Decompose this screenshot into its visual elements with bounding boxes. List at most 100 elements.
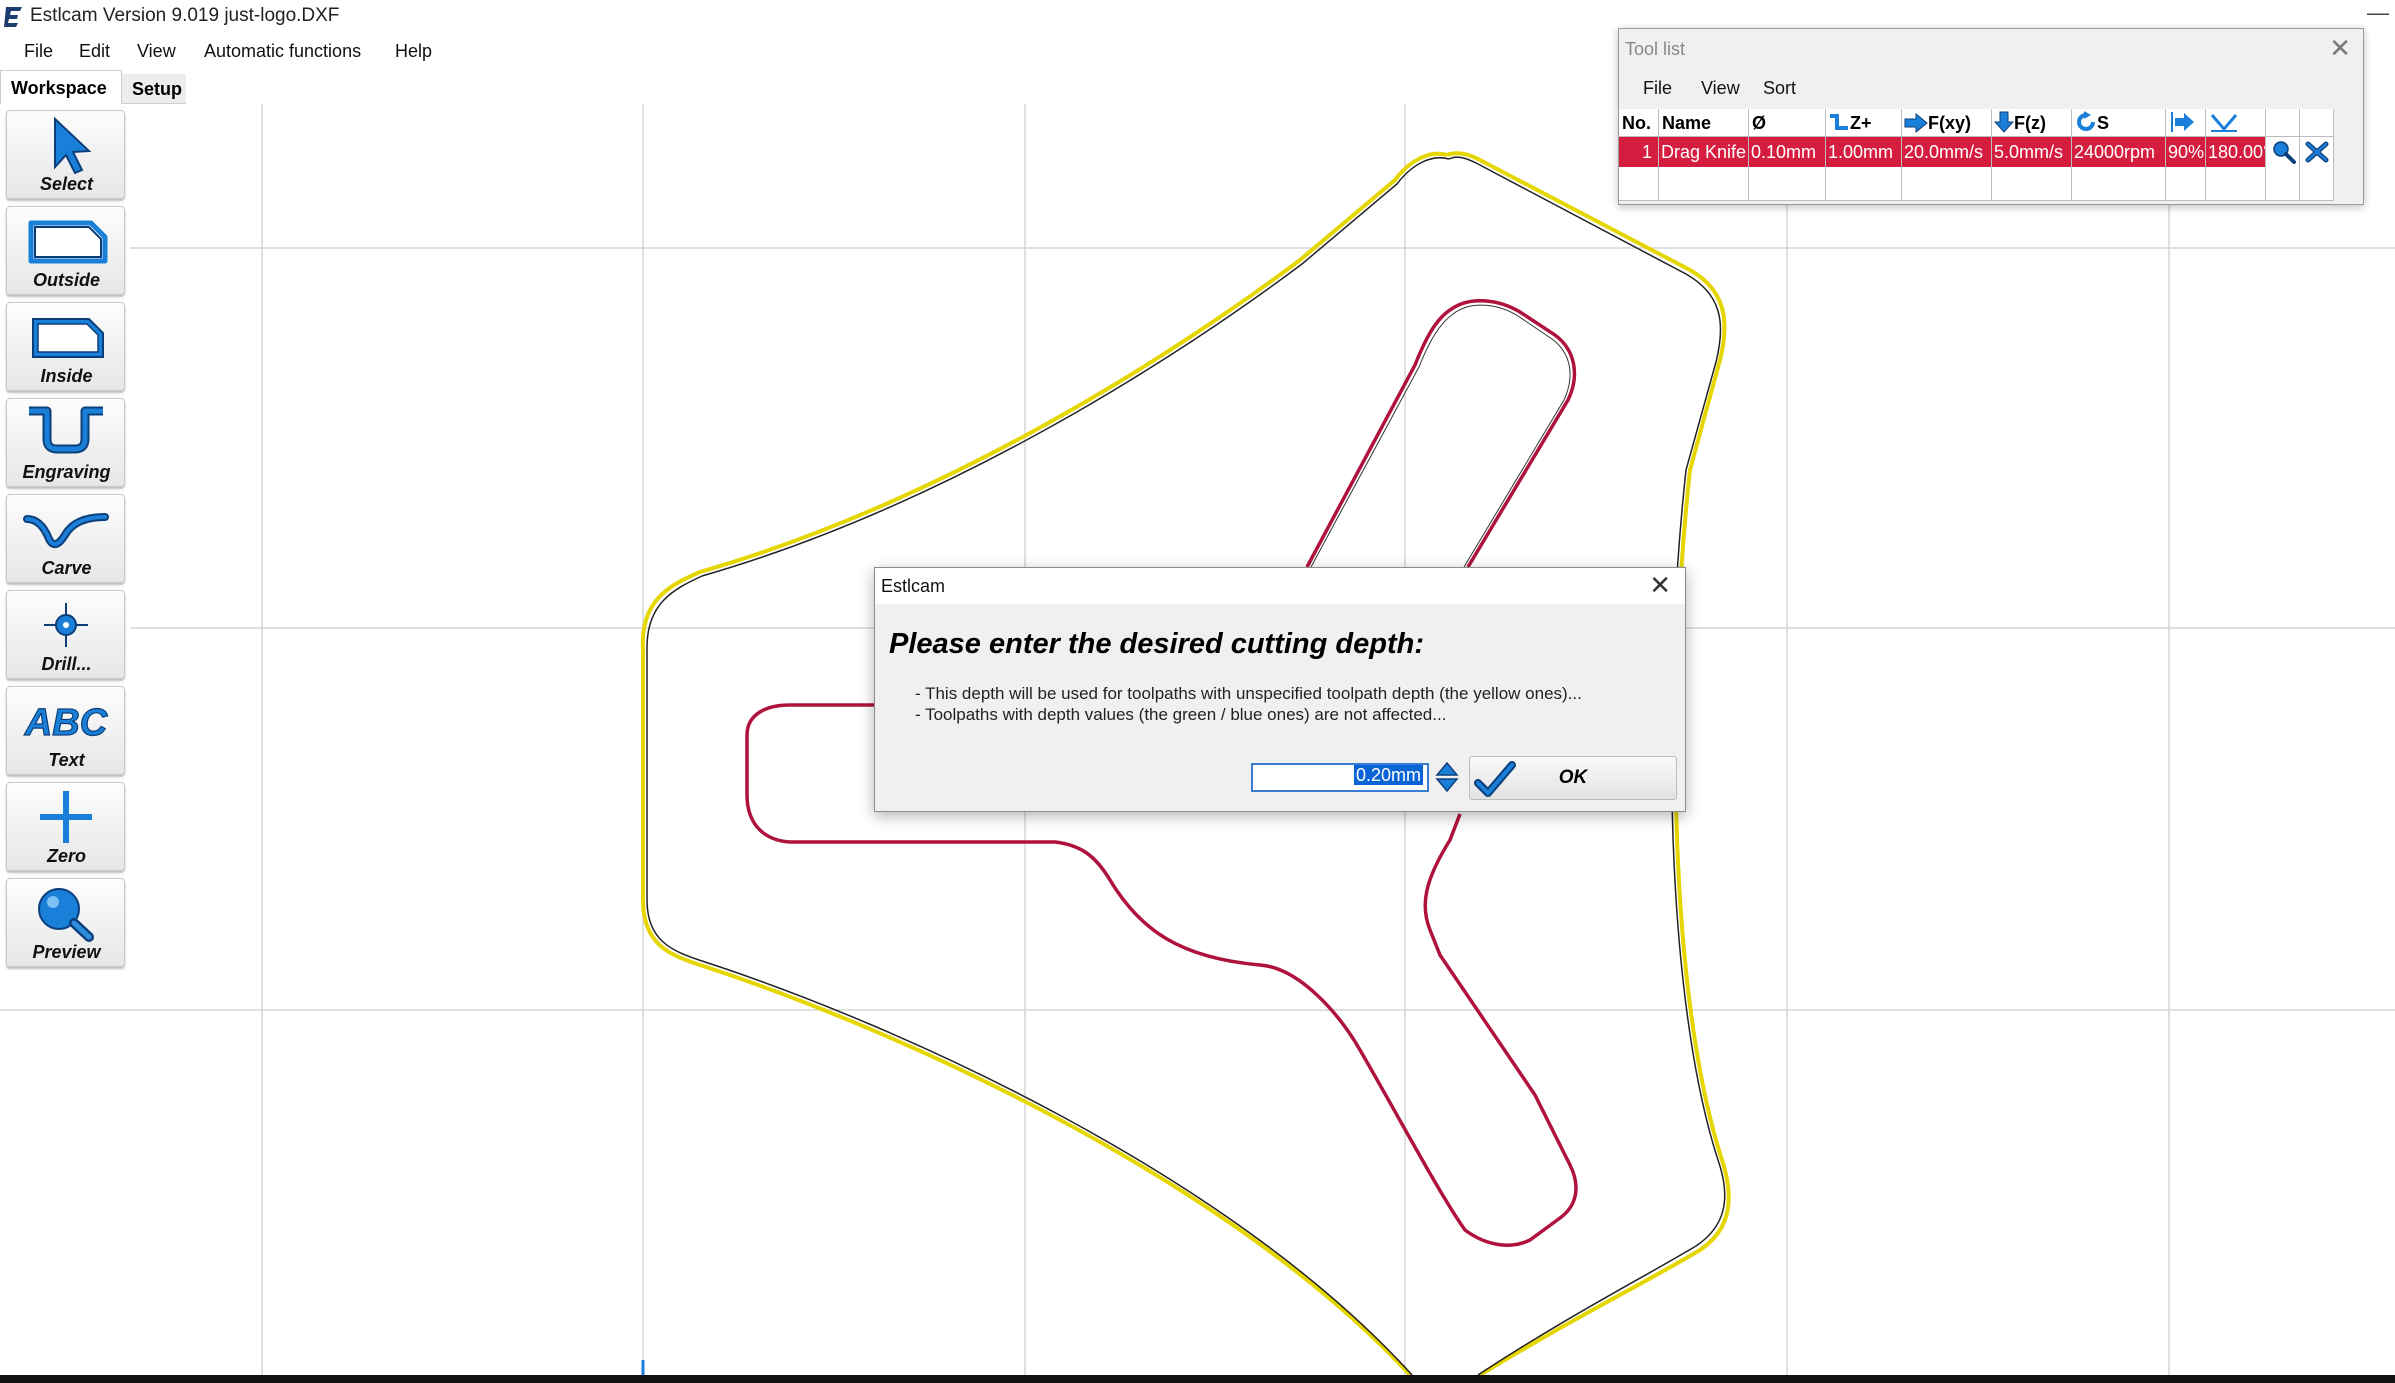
delete-cross-icon [2305, 141, 2329, 163]
column-header-zplus-label: Z+ [1850, 113, 1872, 133]
table-empty-cell [1902, 167, 1992, 201]
dialog-title: Estlcam [881, 576, 946, 596]
table-empty-cell [2206, 167, 2266, 201]
bottom-edge [0, 1375, 2395, 1383]
dialog-hint-line: - Toolpaths with depth values (the green… [915, 705, 1447, 724]
tool-label: Select [39, 174, 94, 194]
carve-icon [23, 513, 109, 549]
outside-button[interactable]: Outside [6, 206, 125, 295]
table-empty-cell [2300, 167, 2334, 201]
tool-label: Zero [46, 846, 86, 866]
tool-label: Preview [32, 942, 101, 962]
minimize-button[interactable]: — [2367, 0, 2389, 26]
spin-up-icon[interactable] [1435, 761, 1459, 776]
column-header-fxy-label: F(xy) [1928, 113, 1972, 133]
outside-contour-icon [28, 220, 108, 264]
table-cell-speed[interactable]: 24000rpm [2072, 137, 2166, 167]
menu-view[interactable]: View [137, 41, 176, 62]
select-button[interactable]: Select [6, 110, 125, 199]
menu-bar: File Edit View Automatic functions Help [0, 36, 1620, 68]
column-header-name[interactable]: Name [1659, 109, 1749, 137]
stepover-arrow-icon [2171, 112, 2194, 132]
engraving-button[interactable]: Engraving [6, 398, 125, 487]
engraving-icon [29, 406, 103, 454]
table-cell-fxy[interactable]: 20.0mm/s [1902, 137, 1992, 167]
abc-text-icon: ABC [23, 701, 108, 744]
tab-setup[interactable]: Setup [122, 74, 186, 104]
edit-tool-button[interactable] [2266, 137, 2300, 167]
tool-label: Text [48, 750, 85, 770]
estlcam-logo-icon [4, 7, 22, 27]
table-empty-cell [1749, 167, 1826, 201]
delete-tool-button[interactable] [2300, 137, 2334, 167]
table-empty-cell [2266, 167, 2300, 201]
menu-file[interactable]: File [24, 41, 53, 62]
column-header-stepover[interactable] [2166, 109, 2206, 137]
tool-list-window: Tool list ✕ File View Sort No. Name Ø Z+… [1618, 28, 2364, 205]
depth-spinner[interactable] [1435, 761, 1459, 793]
column-header-speed[interactable]: S [2072, 109, 2166, 137]
table-cell-diameter[interactable]: 0.10mm [1749, 137, 1826, 167]
menu-edit[interactable]: Edit [79, 41, 110, 62]
table-cell-zplus[interactable]: 1.00mm [1826, 137, 1902, 167]
column-header-zplus[interactable]: Z+ [1826, 109, 1902, 137]
tool-list-menu-file[interactable]: File [1643, 78, 1672, 99]
dialog-heading: Please enter the desired cutting depth: [889, 628, 1424, 660]
table-cell-stepover[interactable]: 90% [2166, 137, 2206, 167]
table-empty-cell [1826, 167, 1902, 201]
tool-label: Engraving [22, 462, 111, 482]
tool-label: Inside [40, 366, 93, 386]
column-header-speed-label: S [2097, 113, 2110, 133]
column-header-fxy[interactable]: F(xy) [1902, 109, 1992, 137]
dialog-title-bar: Estlcam ✕ [875, 568, 1685, 604]
cutting-depth-dialog: Estlcam ✕ Please enter the desired cutti… [874, 567, 1686, 812]
search-icon [2273, 141, 2296, 164]
carve-button[interactable]: Carve [6, 494, 125, 583]
depth-input-value: 0.20mm [1353, 765, 1423, 785]
column-header-no[interactable]: No. [1619, 109, 1659, 137]
column-header-angle[interactable] [2206, 109, 2266, 137]
menu-help[interactable]: Help [395, 41, 432, 62]
table-cell-name[interactable]: Drag Knife [1659, 137, 1749, 167]
text-button[interactable]: ABC Text [6, 686, 125, 775]
table-empty-cell [1619, 167, 1659, 201]
column-header-diameter[interactable]: Ø [1749, 109, 1826, 137]
menu-automatic-functions[interactable]: Automatic functions [204, 41, 361, 62]
inside-button[interactable]: Inside [6, 302, 125, 391]
table-cell-fz[interactable]: 5.0mm/s [1992, 137, 2072, 167]
ok-button-label: OK [1558, 767, 1588, 788]
table-empty-cell [1659, 167, 1749, 201]
close-icon[interactable]: ✕ [2329, 33, 2351, 64]
magnifier-icon [38, 888, 94, 942]
tool-table: No. Name Ø Z+ F(xy) F(z) S 1 Drag Knife … [1619, 109, 2363, 201]
table-cell-angle[interactable]: 180.00° [2206, 137, 2266, 167]
svg-text:ABC: ABC [24, 702, 108, 744]
zero-button[interactable]: Zero [6, 782, 125, 871]
table-empty-cell [2072, 167, 2166, 201]
tool-list-menu-sort[interactable]: Sort [1763, 78, 1796, 99]
arrow-cursor-icon [54, 116, 92, 175]
arrow-right-icon [1904, 112, 1928, 134]
drill-button[interactable]: Drill... [6, 590, 125, 679]
tool-label: Drill... [41, 654, 92, 674]
arrow-down-icon [1993, 111, 2015, 133]
zero-crosshair-icon [40, 791, 92, 843]
column-header-edit [2266, 109, 2300, 137]
ok-button[interactable]: OK [1469, 756, 1677, 800]
close-icon[interactable]: ✕ [1649, 570, 1671, 601]
inner-toolpath-edge [1310, 304, 1571, 568]
column-header-delete [2300, 109, 2334, 137]
spin-down-icon[interactable] [1435, 778, 1459, 793]
table-cell-no[interactable]: 1 [1619, 137, 1659, 167]
window-title: Estlcam Version 9.019 just-logo.DXF [30, 5, 340, 26]
column-header-fz[interactable]: F(z) [1992, 109, 2072, 137]
tool-list-menu-view[interactable]: View [1701, 78, 1740, 99]
v-angle-icon [2210, 114, 2238, 132]
dialog-hint-line: - This depth will be used for toolpaths … [915, 684, 1582, 703]
tab-workspace[interactable]: Workspace [0, 70, 122, 104]
tool-list-title: Tool list [1625, 39, 1686, 59]
table-empty-cell [1992, 167, 2072, 201]
preview-button[interactable]: Preview [6, 878, 125, 967]
depth-input[interactable]: 0.20mm [1251, 763, 1429, 792]
rotate-icon [2077, 111, 2095, 131]
